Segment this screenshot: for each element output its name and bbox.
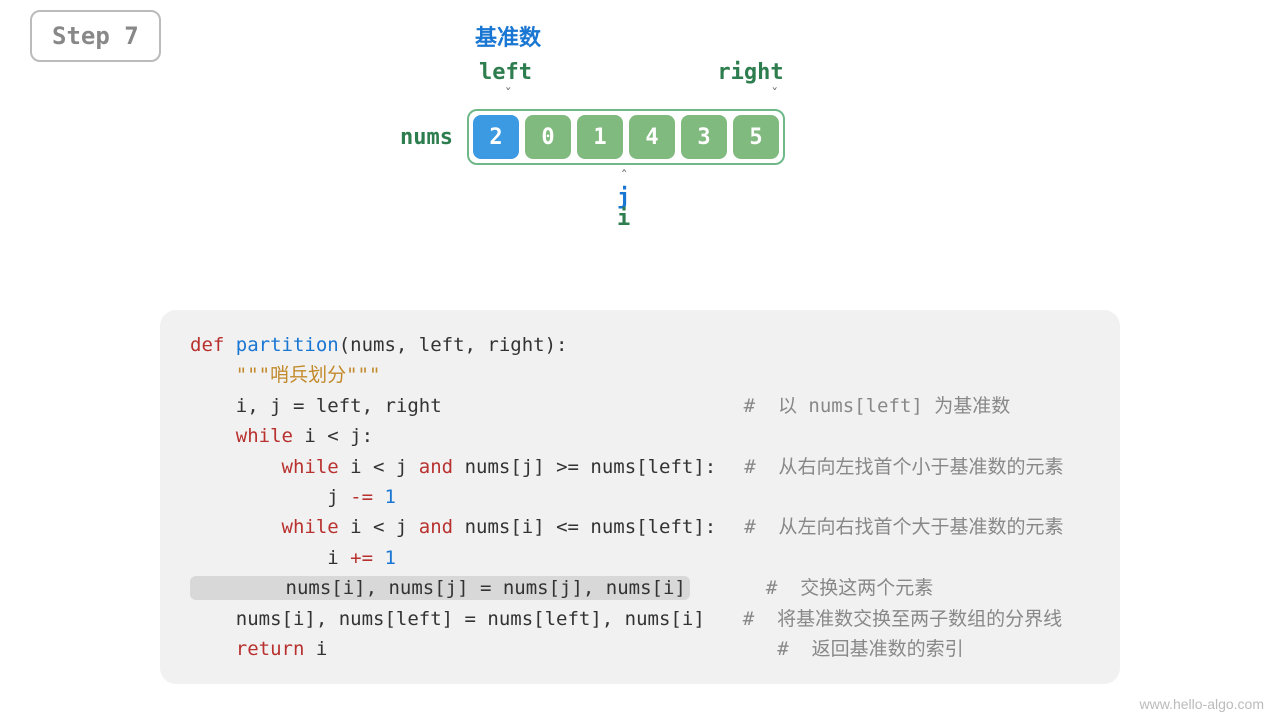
code-comment: # 交换这两个元素 xyxy=(766,577,933,599)
code-docstring: """哨兵划分""" xyxy=(190,364,380,386)
code-text: (nums, left, right): xyxy=(339,334,568,356)
arrow-down-icon: ˇ xyxy=(770,87,778,103)
right-label: right xyxy=(693,60,808,85)
code-kw: and xyxy=(419,516,453,538)
array-cell: 5 xyxy=(733,115,779,159)
array-row: nums 2 0 1 4 3 5 xyxy=(400,109,880,165)
code-comment: # 返回基准数的索引 xyxy=(777,638,963,660)
code-kw: def xyxy=(190,334,236,356)
code-text: i, j = left, right xyxy=(190,395,442,417)
arrow-up-icon: ˆ xyxy=(620,169,880,185)
array-cell: 3 xyxy=(681,115,727,159)
code-comment: # 将基准数交换至两子数组的分界线 xyxy=(743,608,1062,630)
code-text: i < j: xyxy=(293,425,373,447)
code-text: i < j xyxy=(339,516,419,538)
code-op: -= xyxy=(350,486,373,508)
code-text xyxy=(190,516,282,538)
code-comment: # 从左向右找首个大于基准数的元素 xyxy=(744,516,1063,538)
watermark: www.hello-algo.com xyxy=(1140,696,1265,712)
code-fn: partition xyxy=(236,334,339,356)
code-text: nums[i] <= nums[left]: xyxy=(453,516,716,538)
pivot-label: 基准数 xyxy=(475,20,880,52)
code-num: 1 xyxy=(373,547,396,569)
array-visualization: 基准数 left right ˇ ˇ nums 2 0 1 4 3 5 ˆ j … xyxy=(400,20,880,231)
code-text xyxy=(190,425,236,447)
code-kw: while xyxy=(282,516,339,538)
array-box: 2 0 1 4 3 5 xyxy=(467,109,785,165)
code-text xyxy=(190,456,282,478)
arrow-down-icon: ˇ xyxy=(504,87,512,103)
code-kw: while xyxy=(282,456,339,478)
code-text: i xyxy=(190,547,350,569)
code-text: j xyxy=(190,486,350,508)
array-cell: 2 xyxy=(473,115,519,159)
code-kw: while xyxy=(236,425,293,447)
code-highlight: nums[i], nums[j] = nums[j], nums[i] xyxy=(190,576,690,600)
code-comment: # 以 nums[left] 为基准数 xyxy=(744,395,1011,417)
code-kw: return xyxy=(236,638,305,660)
i-pointer: i xyxy=(617,206,880,231)
left-label: left xyxy=(448,60,563,85)
code-comment: # 从右向左找首个小于基准数的元素 xyxy=(744,456,1063,478)
code-block: def partition(nums, left, right): """哨兵划… xyxy=(160,310,1120,684)
array-cell: 0 xyxy=(525,115,571,159)
code-text: nums[i], nums[left] = nums[left], nums[i… xyxy=(190,608,705,630)
nums-label: nums xyxy=(400,125,453,150)
down-arrows: ˇ ˇ xyxy=(400,87,880,103)
code-text: i xyxy=(304,638,327,660)
code-text: i < j xyxy=(339,456,419,478)
code-op: += xyxy=(350,547,373,569)
code-num: 1 xyxy=(373,486,396,508)
array-cell: 4 xyxy=(629,115,675,159)
code-text: nums[j] >= nums[left]: xyxy=(453,456,716,478)
code-text xyxy=(190,638,236,660)
step-badge: Step 7 xyxy=(30,10,161,62)
left-right-labels: left right xyxy=(400,60,880,85)
array-cell: 1 xyxy=(577,115,623,159)
code-kw: and xyxy=(419,456,453,478)
